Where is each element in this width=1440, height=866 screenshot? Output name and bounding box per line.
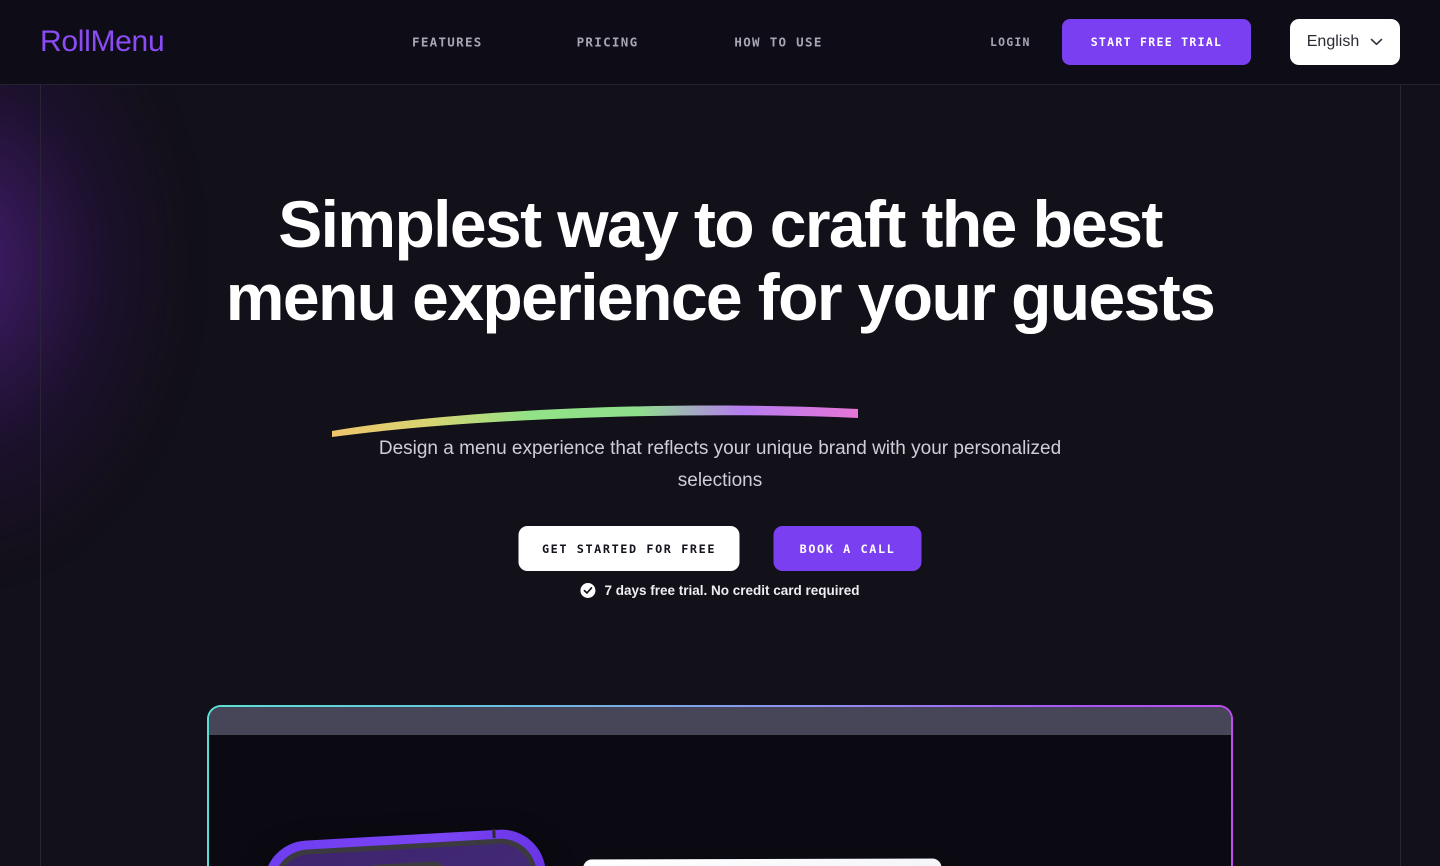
left-guide-rail	[40, 85, 41, 866]
trial-note: 7 days free trial. No credit card requir…	[580, 583, 860, 598]
login-link[interactable]: LOGIN	[990, 35, 1031, 49]
hero-cta-row: GET STARTED FOR FREE BOOK A CALL	[518, 526, 922, 571]
nav-item-how-to-use[interactable]: HOW TO USE	[734, 35, 822, 50]
device-showcase-titlebar	[209, 707, 1231, 735]
brand-logo[interactable]: RollMenu	[40, 25, 165, 59]
get-started-for-free-button[interactable]: GET STARTED FOR FREE	[518, 526, 740, 571]
main-navigation: FEATURES PRICING HOW TO USE	[412, 35, 823, 50]
device-showcase-card	[207, 705, 1233, 866]
phone-bezel	[271, 836, 546, 866]
headline-line-2: menu experience for your	[225, 260, 996, 334]
device-showcase-inner	[209, 707, 1231, 866]
hero-headline: Simplest way to craft the best menu expe…	[220, 188, 1220, 334]
tablet-menu-mockup	[581, 858, 942, 866]
site-header: RollMenu FEATURES PRICING HOW TO USE LOG…	[0, 0, 1440, 85]
chevron-down-icon	[1370, 38, 1383, 46]
language-selector[interactable]: English	[1290, 19, 1400, 65]
language-selector-label: English	[1306, 33, 1360, 50]
dynamic-island	[362, 860, 448, 866]
hero-subtitle: Design a menu experience that reflects y…	[360, 433, 1080, 497]
book-a-call-button[interactable]: BOOK A CALL	[773, 526, 922, 571]
check-circle-icon	[580, 583, 596, 598]
phone-mockup	[261, 827, 555, 866]
headline-line-1: Simplest way to craft the best	[278, 187, 1163, 261]
subtitle-line-1: Design a menu experience that reflects y…	[378, 438, 949, 459]
nav-item-pricing[interactable]: PRICING	[577, 35, 639, 50]
landing-page: RollMenu FEATURES PRICING HOW TO USE LOG…	[0, 0, 1440, 866]
phone-screen	[276, 842, 541, 866]
phone-antenna-seam	[492, 828, 496, 839]
start-free-trial-button[interactable]: START FREE TRIAL	[1062, 19, 1251, 65]
hero-section: Simplest way to craft the best menu expe…	[0, 85, 1440, 866]
headline-line-3: guests	[1011, 260, 1216, 334]
trial-note-text: 7 days free trial. No credit card requir…	[604, 583, 860, 598]
right-guide-rail	[1400, 85, 1401, 866]
decorative-glow	[0, 85, 190, 575]
nav-item-features[interactable]: FEATURES	[412, 35, 483, 50]
